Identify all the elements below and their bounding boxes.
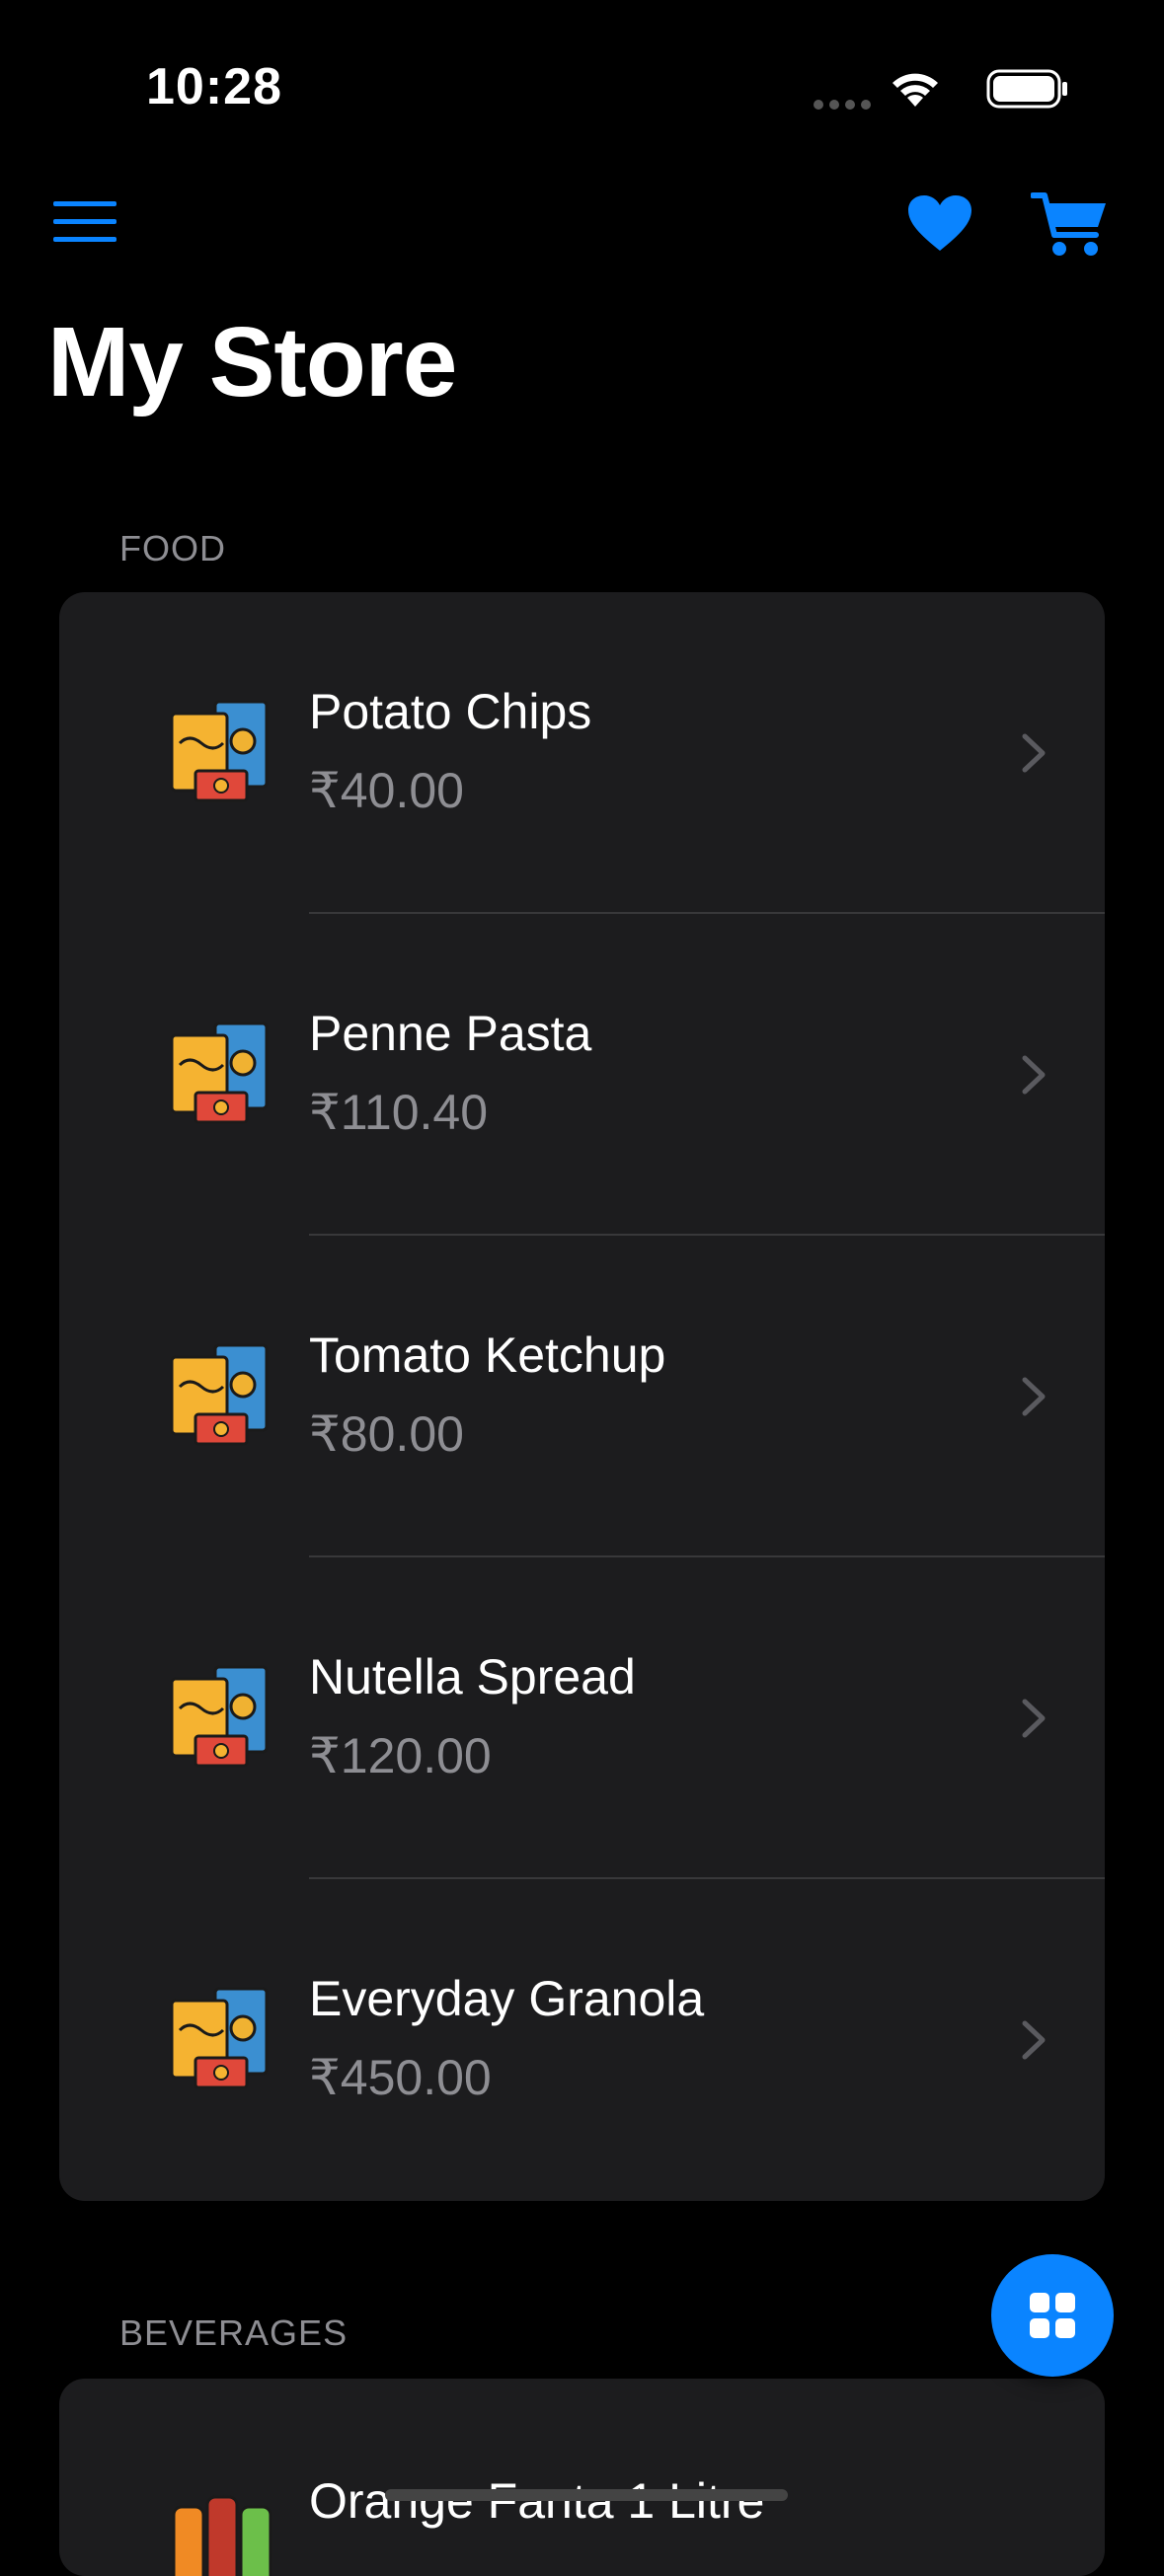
- food-list: Potato Chips ₹40.00 Penne Pasta ₹110.40 …: [59, 592, 1105, 2201]
- status-time: 10:28: [146, 58, 282, 115]
- snacks-icon: [170, 1665, 269, 1768]
- item-name: Orange Fanta 1 Litre: [309, 2473, 765, 2529]
- item-price: ₹450.00: [309, 2050, 492, 2105]
- section-header-beverages: BEVERAGES: [119, 2312, 349, 2353]
- snacks-icon: [170, 700, 269, 802]
- item-name: Everyday Granola: [309, 1971, 705, 2026]
- chevron-right-icon: [1022, 733, 1046, 773]
- list-item[interactable]: Tomato Ketchup ₹80.00: [59, 1236, 1105, 1557]
- section-header-food: FOOD: [119, 528, 226, 568]
- item-price: ₹80.00: [309, 1406, 464, 1462]
- item-price: ₹40.00: [309, 763, 464, 818]
- status-indicators: [809, 59, 1164, 118]
- battery-icon: [986, 69, 1067, 109]
- chevron-right-icon: [1022, 1377, 1046, 1416]
- cellular-icon: [814, 97, 877, 114]
- list-item[interactable]: Orange Fanta 1 Litre: [59, 2379, 1105, 2576]
- item-name: Potato Chips: [309, 684, 592, 739]
- page-title: My Store: [47, 307, 457, 417]
- home-indicator: [385, 2489, 788, 2501]
- snacks-icon: [170, 1987, 269, 2089]
- list-item[interactable]: Penne Pasta ₹110.40: [59, 914, 1105, 1236]
- snacks-icon: [170, 1022, 269, 1124]
- list-item[interactable]: Everyday Granola ₹450.00: [59, 1879, 1105, 2201]
- cart-icon[interactable]: [1031, 189, 1110, 259]
- chevron-right-icon: [1022, 1699, 1046, 1738]
- item-name: Tomato Ketchup: [309, 1327, 666, 1383]
- item-price: ₹120.00: [309, 1728, 492, 1783]
- item-name: Nutella Spread: [309, 1649, 636, 1705]
- list-item[interactable]: Nutella Spread ₹120.00: [59, 1557, 1105, 1879]
- chevron-right-icon: [1022, 1055, 1046, 1095]
- grid-view-button[interactable]: [991, 2254, 1114, 2377]
- favorites-heart-icon[interactable]: [906, 193, 973, 253]
- snacks-icon: [170, 1343, 269, 1446]
- wifi-icon: [892, 73, 938, 107]
- list-item[interactable]: Potato Chips ₹40.00: [59, 592, 1105, 914]
- bottles-icon: [172, 2495, 272, 2576]
- item-price: ₹110.40: [309, 1085, 489, 1140]
- chevron-right-icon: [1022, 2020, 1046, 2060]
- menu-button[interactable]: [53, 201, 120, 243]
- beverages-list: Orange Fanta 1 Litre: [59, 2379, 1105, 2576]
- item-name: Penne Pasta: [309, 1006, 592, 1061]
